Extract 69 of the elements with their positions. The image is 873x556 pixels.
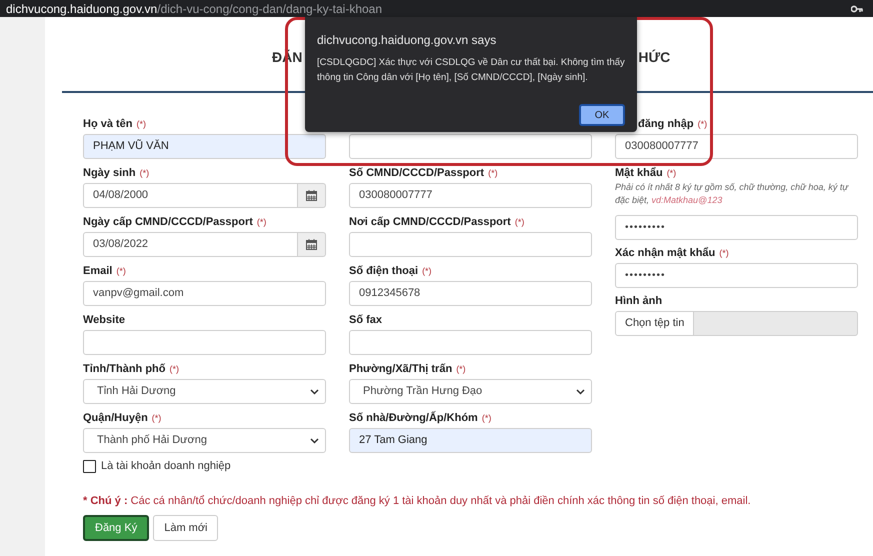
input-field[interactable]: vanpv@gmail.com	[83, 281, 326, 306]
input-field[interactable]: 0912345678	[349, 281, 592, 306]
reset-button[interactable]: Làm mới	[153, 515, 218, 541]
input-field[interactable]	[349, 232, 592, 257]
password-field[interactable]: •••••••••	[615, 263, 858, 288]
checkbox-label: Là tài khoản doanh nghiệp	[101, 460, 231, 472]
field-label: Website	[83, 314, 125, 326]
field-label: Tỉnh/Thành phố	[83, 363, 166, 375]
required-mark: (*)	[140, 168, 150, 178]
input-field[interactable]: 030080007777	[349, 183, 592, 208]
field-label: Email	[83, 265, 112, 277]
field-label: đăng nhập	[638, 118, 694, 130]
calendar-button[interactable]	[298, 183, 326, 208]
calendar-button[interactable]	[298, 232, 326, 257]
field-label: Họ và tên	[83, 118, 133, 130]
field-label: Ngày sinh	[83, 167, 136, 179]
date-field[interactable]: 04/08/2000	[83, 183, 298, 208]
input-field[interactable]	[349, 330, 592, 355]
checkbox[interactable]	[83, 460, 96, 472]
calendar-icon	[306, 239, 317, 250]
required-mark: (*)	[422, 266, 432, 276]
password-field[interactable]: •••••••••	[615, 215, 858, 240]
required-mark: (*)	[152, 413, 162, 423]
required-mark: (*)	[488, 168, 498, 178]
ok-button[interactable]: OK	[579, 104, 625, 126]
select-field[interactable]: Thành phố Hải Dương	[83, 428, 326, 453]
required-mark: (*)	[698, 119, 708, 129]
required-mark: (*)	[666, 168, 676, 178]
required-mark: (*)	[256, 217, 266, 227]
field-label: Số CMND/CCCD/Passport	[349, 167, 484, 179]
dialog-message: [CSDLQGDC] Xác thực với CSDLQG về Dân cư thất bại. Không tìm thấy thông tin Công dân với [Họ tên], [Số CMND/CCCD], [Ngày sinh].	[317, 56, 625, 85]
required-mark: (*)	[482, 413, 492, 423]
field-label: Nơi cấp CMND/CCCD/Passport	[349, 216, 511, 228]
address-bar[interactable]: dichvucong.haiduong.gov.vn/dich-vu-cong/cong-dan/dang-ky-tai-khoan	[0, 0, 873, 17]
field-label: Hình ảnh	[615, 295, 662, 307]
password-hint: Phải có ít nhất 8 ký tự gồm số, chữ thường, chữ hoa, ký tự đặc biệt, vd:Matkhau@123	[615, 181, 850, 207]
field-label: Mật khẩu	[615, 167, 663, 179]
select-field[interactable]: Tỉnh Hải Dương	[83, 379, 326, 404]
field-label: Xác nhận mật khẩu	[615, 247, 716, 259]
input-field[interactable]: PHẠM VŨ VĂN	[83, 134, 326, 159]
date-field[interactable]: 03/08/2022	[83, 232, 298, 257]
required-mark: (*)	[136, 119, 146, 129]
dialog-title: dichvucong.haiduong.gov.vn says	[317, 33, 498, 47]
notice-text: * Chú ý : Các cá nhân/tổ chức/doanh nghiệp chỉ được đăng ký 1 tài khoản duy nhất và phải điền chính xác thông tin số điện thoại, email.	[83, 495, 752, 507]
key-icon	[851, 4, 863, 12]
required-mark: (*)	[719, 248, 729, 258]
chevron-down-icon	[310, 388, 319, 394]
field-label: Số fax	[349, 314, 382, 326]
required-mark: (*)	[456, 364, 466, 374]
calendar-icon	[306, 190, 317, 201]
field-label: Số điện thoại	[349, 265, 418, 277]
field-label: Số nhà/Đường/Ấp/Khóm	[349, 412, 478, 424]
required-mark: (*)	[169, 364, 179, 374]
register-button[interactable]: Đăng Ký	[83, 515, 150, 541]
input-field[interactable]: 27 Tam Giang	[349, 428, 592, 453]
required-mark: (*)	[116, 266, 126, 276]
chevron-down-icon	[576, 388, 585, 394]
field-label: Ngày cấp CMND/CCCD/Passport	[83, 216, 253, 228]
required-mark: (*)	[514, 217, 524, 227]
field-label: Quận/Huyện	[83, 412, 148, 424]
input-field[interactable]	[83, 330, 326, 355]
file-field[interactable]: Chọn tệp tin	[615, 311, 858, 336]
field-label: Phường/Xã/Thị trấn	[349, 363, 452, 375]
input-field[interactable]	[349, 134, 592, 159]
input-field[interactable]: 030080007777	[615, 134, 858, 159]
page-title: HỨC	[638, 48, 670, 64]
chevron-down-icon	[310, 438, 319, 444]
select-field[interactable]: Phường Trần Hưng Đạo	[349, 379, 592, 404]
choose-file-button[interactable]: Chọn tệp tin	[616, 312, 694, 335]
